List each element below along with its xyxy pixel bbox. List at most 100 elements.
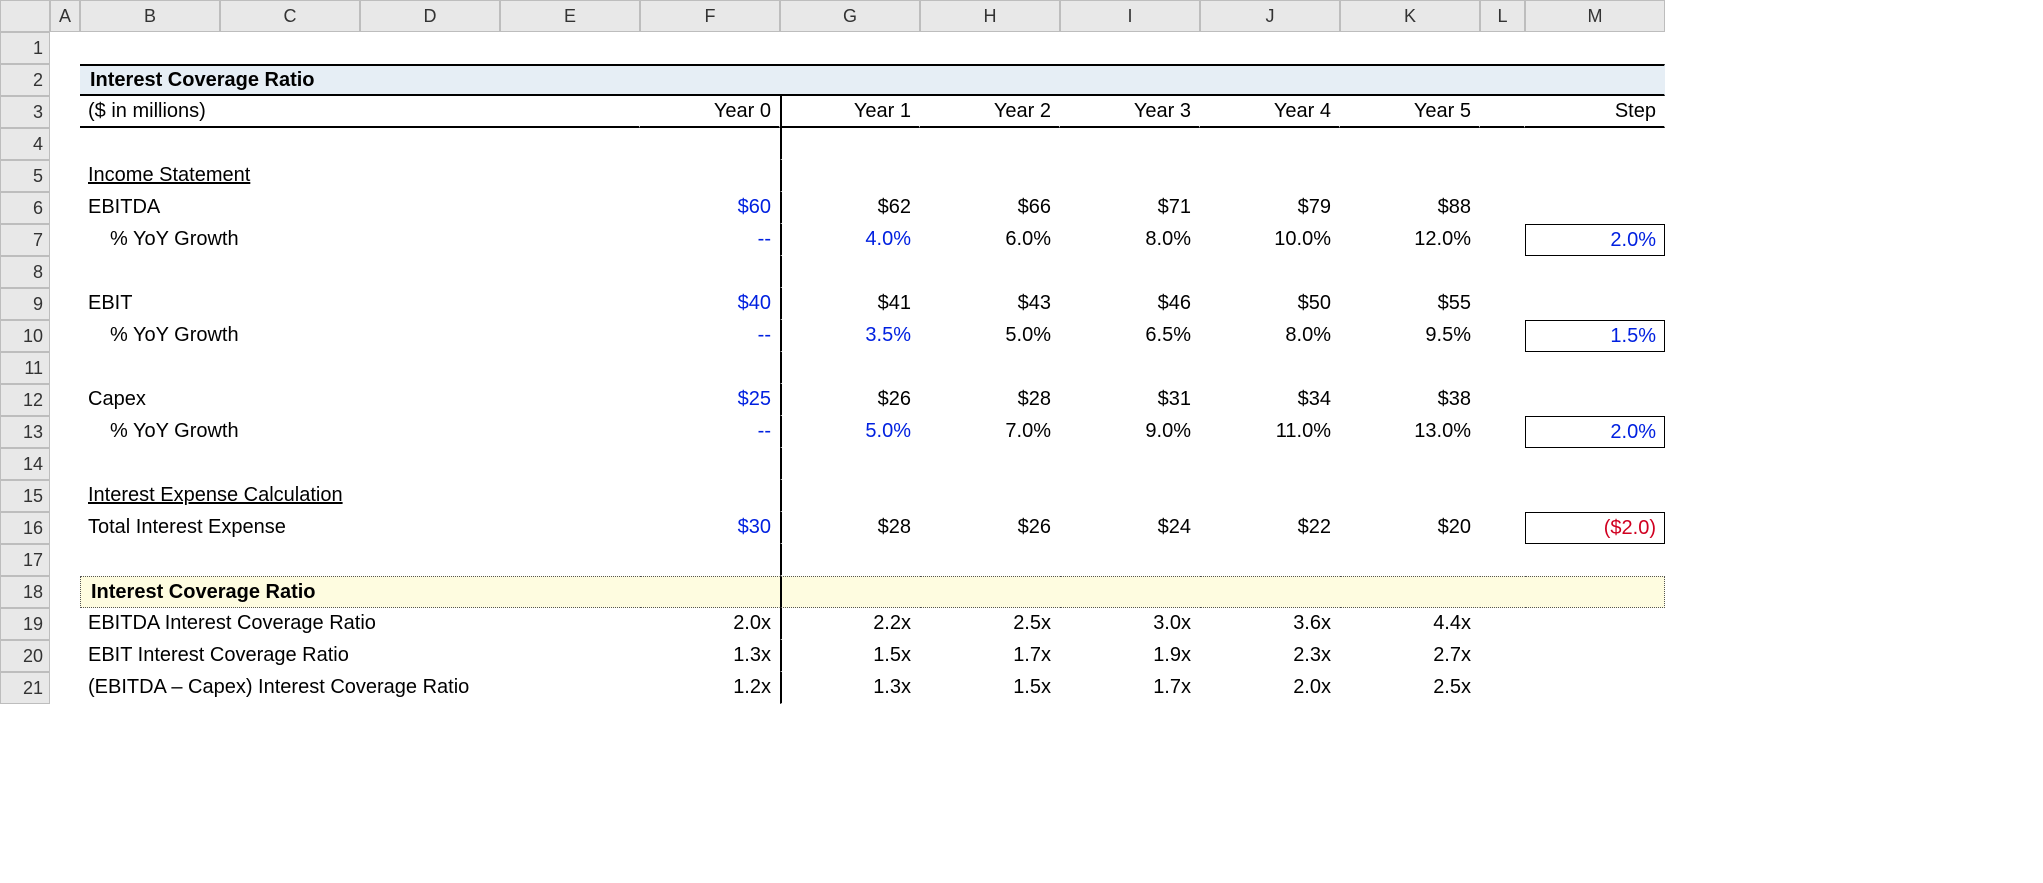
- row-header-21[interactable]: 21: [0, 672, 50, 704]
- ebit-J[interactable]: $50: [1200, 288, 1340, 320]
- r_ebit-H[interactable]: 1.7x: [920, 640, 1060, 672]
- intexp-I[interactable]: $24: [1060, 512, 1200, 544]
- col-header-I[interactable]: I: [1060, 0, 1200, 32]
- r_ebit-F[interactable]: 1.3x: [640, 640, 780, 672]
- capex_g-F[interactable]: --: [640, 416, 780, 448]
- capex_g-H[interactable]: 7.0%: [920, 416, 1060, 448]
- col-header-A[interactable]: A: [50, 0, 80, 32]
- ebitda_g-G[interactable]: 4.0%: [780, 224, 920, 256]
- row-header-13[interactable]: 13: [0, 416, 50, 448]
- capex-I[interactable]: $31: [1060, 384, 1200, 416]
- r_ebit-G[interactable]: 1.5x: [780, 640, 920, 672]
- row-header-1[interactable]: 1: [0, 32, 50, 64]
- intexp-J[interactable]: $22: [1200, 512, 1340, 544]
- r_ebitda-F[interactable]: 2.0x: [640, 608, 780, 640]
- row-header-6[interactable]: 6: [0, 192, 50, 224]
- intexp-F[interactable]: $30: [640, 512, 780, 544]
- capex_g-I[interactable]: 9.0%: [1060, 416, 1200, 448]
- capex-G[interactable]: $26: [780, 384, 920, 416]
- r_ec-K[interactable]: 2.5x: [1340, 672, 1480, 704]
- ebit_g-I[interactable]: 6.5%: [1060, 320, 1200, 352]
- row-header-20[interactable]: 20: [0, 640, 50, 672]
- row-header-17[interactable]: 17: [0, 544, 50, 576]
- ebit-K[interactable]: $55: [1340, 288, 1480, 320]
- capex-K[interactable]: $38: [1340, 384, 1480, 416]
- row-header-12[interactable]: 12: [0, 384, 50, 416]
- ebitda-G[interactable]: $62: [780, 192, 920, 224]
- col-header-M[interactable]: M: [1525, 0, 1665, 32]
- r_ec-G[interactable]: 1.3x: [780, 672, 920, 704]
- r_ebitda-I[interactable]: 3.0x: [1060, 608, 1200, 640]
- r_ebitda-G[interactable]: 2.2x: [780, 608, 920, 640]
- ebitda_g-M[interactable]: 2.0%: [1525, 224, 1665, 256]
- r_ec-F[interactable]: 1.2x: [640, 672, 780, 704]
- r_ebit-K[interactable]: 2.7x: [1340, 640, 1480, 672]
- ebitda_g-F[interactable]: --: [640, 224, 780, 256]
- ebitda_g-I[interactable]: 8.0%: [1060, 224, 1200, 256]
- r_ec-I[interactable]: 1.7x: [1060, 672, 1200, 704]
- row-header-19[interactable]: 19: [0, 608, 50, 640]
- ebitda-H[interactable]: $66: [920, 192, 1060, 224]
- row-header-10[interactable]: 10: [0, 320, 50, 352]
- ebit_g-F[interactable]: --: [640, 320, 780, 352]
- col-header-K[interactable]: K: [1340, 0, 1480, 32]
- capex_g-G[interactable]: 5.0%: [780, 416, 920, 448]
- ebit-G[interactable]: $41: [780, 288, 920, 320]
- ratio-hdr-K: [1340, 576, 1480, 608]
- intexp-G[interactable]: $28: [780, 512, 920, 544]
- ebitda_g-H[interactable]: 6.0%: [920, 224, 1060, 256]
- r_ec-H[interactable]: 1.5x: [920, 672, 1060, 704]
- ebit_g-M[interactable]: 1.5%: [1525, 320, 1665, 352]
- row-header-9[interactable]: 9: [0, 288, 50, 320]
- col-header-B[interactable]: B: [80, 0, 220, 32]
- ebit_g-H[interactable]: 5.0%: [920, 320, 1060, 352]
- ebitda-F[interactable]: $60: [640, 192, 780, 224]
- capex_g-M[interactable]: 2.0%: [1525, 416, 1665, 448]
- col-header-H[interactable]: H: [920, 0, 1060, 32]
- ebitda-J[interactable]: $79: [1200, 192, 1340, 224]
- intexp-H[interactable]: $26: [920, 512, 1060, 544]
- col-header-F[interactable]: F: [640, 0, 780, 32]
- r_ebit-I[interactable]: 1.9x: [1060, 640, 1200, 672]
- col-header-D[interactable]: D: [360, 0, 500, 32]
- col-header-E[interactable]: E: [500, 0, 640, 32]
- r_ec-J[interactable]: 2.0x: [1200, 672, 1340, 704]
- capex_g-J[interactable]: 11.0%: [1200, 416, 1340, 448]
- row-header-7[interactable]: 7: [0, 224, 50, 256]
- ebit-I[interactable]: $46: [1060, 288, 1200, 320]
- capex-H[interactable]: $28: [920, 384, 1060, 416]
- r_ebit-J[interactable]: 2.3x: [1200, 640, 1340, 672]
- intexp-K[interactable]: $20: [1340, 512, 1480, 544]
- select-all-corner[interactable]: [0, 0, 50, 32]
- capex-F[interactable]: $25: [640, 384, 780, 416]
- row-header-14[interactable]: 14: [0, 448, 50, 480]
- col-header-J[interactable]: J: [1200, 0, 1340, 32]
- row-header-11[interactable]: 11: [0, 352, 50, 384]
- row-header-5[interactable]: 5: [0, 160, 50, 192]
- r_ebitda-J[interactable]: 3.6x: [1200, 608, 1340, 640]
- ebitda-K[interactable]: $88: [1340, 192, 1480, 224]
- r_ebitda-H[interactable]: 2.5x: [920, 608, 1060, 640]
- capex_g-K[interactable]: 13.0%: [1340, 416, 1480, 448]
- col-header-G[interactable]: G: [780, 0, 920, 32]
- r_ebitda-K[interactable]: 4.4x: [1340, 608, 1480, 640]
- ebit-F[interactable]: $40: [640, 288, 780, 320]
- row-header-8[interactable]: 8: [0, 256, 50, 288]
- row-header-3[interactable]: 3: [0, 96, 50, 128]
- row-header-4[interactable]: 4: [0, 128, 50, 160]
- ebitda_g-J[interactable]: 10.0%: [1200, 224, 1340, 256]
- ebitda-I[interactable]: $71: [1060, 192, 1200, 224]
- ebit_g-K[interactable]: 9.5%: [1340, 320, 1480, 352]
- ebit_g-J[interactable]: 8.0%: [1200, 320, 1340, 352]
- col-header-C[interactable]: C: [220, 0, 360, 32]
- ebit_g-G[interactable]: 3.5%: [780, 320, 920, 352]
- col-header-L[interactable]: L: [1480, 0, 1525, 32]
- ebitda_g-K[interactable]: 12.0%: [1340, 224, 1480, 256]
- row-header-2[interactable]: 2: [0, 64, 50, 96]
- intexp-M[interactable]: ($2.0): [1525, 512, 1665, 544]
- ebit-H[interactable]: $43: [920, 288, 1060, 320]
- row-header-18[interactable]: 18: [0, 576, 50, 608]
- row-header-16[interactable]: 16: [0, 512, 50, 544]
- row-header-15[interactable]: 15: [0, 480, 50, 512]
- capex-J[interactable]: $34: [1200, 384, 1340, 416]
